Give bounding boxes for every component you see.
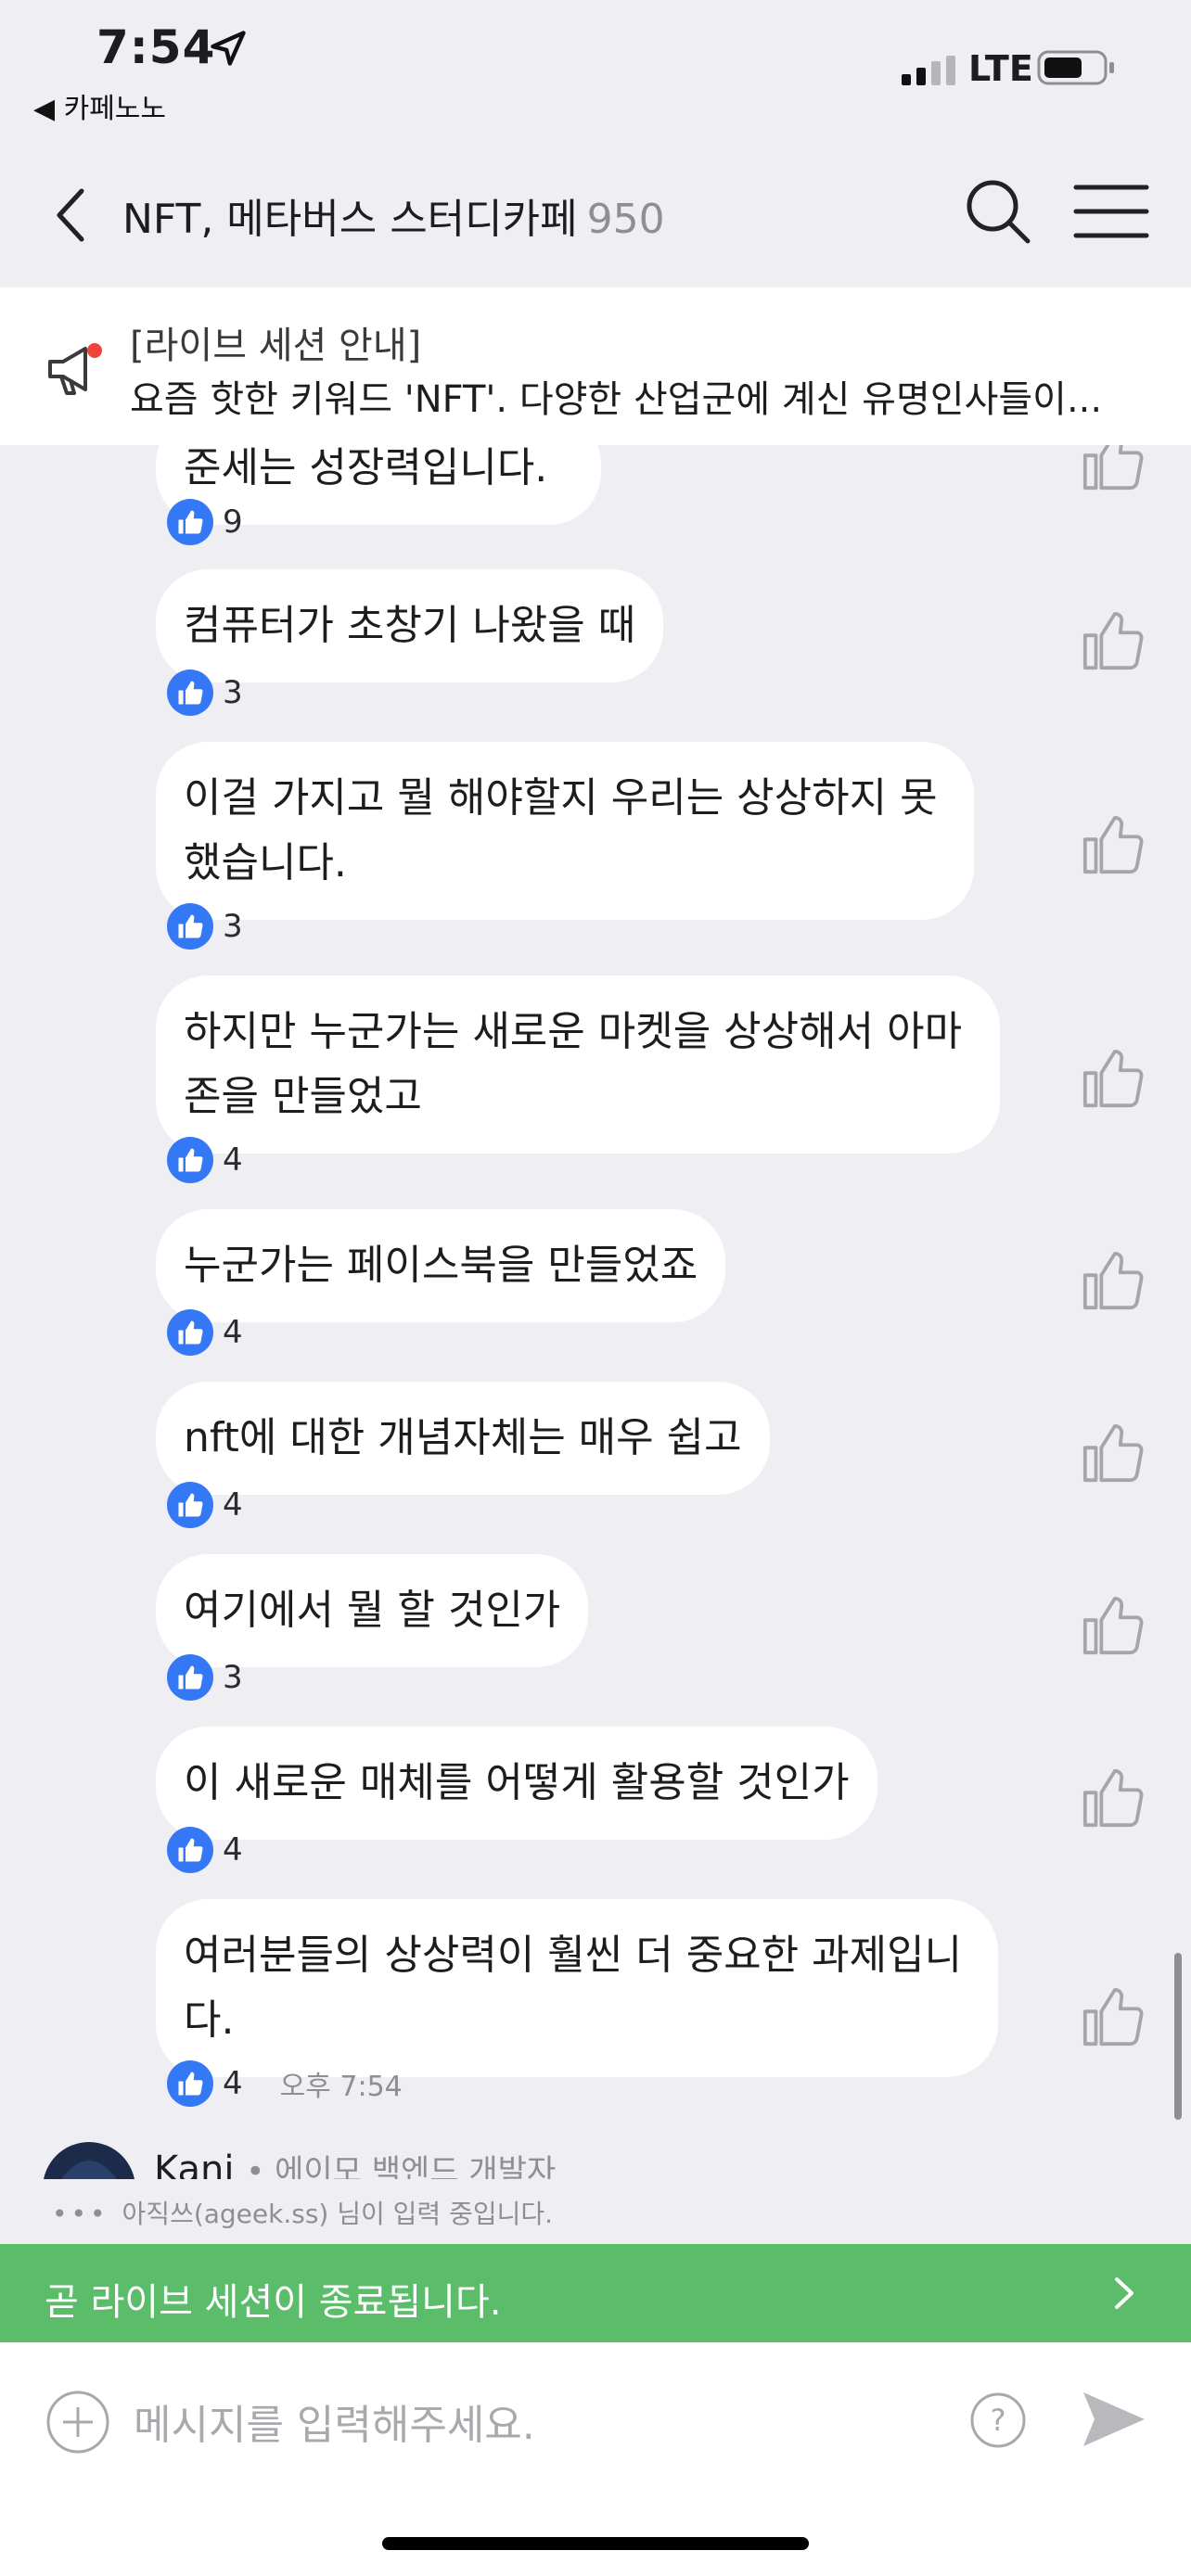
notice-banner[interactable]: [라이브 세션 안내] 요즘 핫한 키워드 'NFT'. 다양한 산업군에 계신… [0, 287, 1191, 445]
thumbs-up-icon[interactable] [1080, 1248, 1145, 1313]
thumbs-up-icon [167, 499, 213, 545]
back-chevron-icon[interactable] [46, 178, 102, 252]
like-count: 3 [223, 1659, 243, 1696]
typing-text: 아직쓰(ageek.ss) 님이 입력 중입니다. [122, 2199, 554, 2229]
status-bar: 7:54 ◀ 카페노노 LTE [0, 0, 1191, 139]
send-icon[interactable] [1080, 2387, 1148, 2452]
like-count: 3 [223, 674, 243, 711]
message-bubble[interactable]: 하지만 누군가는 새로운 마켓을 상상해서 아마존을 만들었고 [156, 976, 1000, 1154]
like-count: 4 [223, 2065, 243, 2102]
message-bubble[interactable]: 누군가는 페이스북을 만들었죠 [156, 1209, 726, 1322]
thumbs-up-icon [167, 670, 213, 716]
help-icon[interactable]: ? [968, 2391, 1028, 2450]
author-name: Kani [154, 2149, 235, 2179]
message-bubble[interactable]: 여러분들의 상상력이 훨씬 더 중요한 과제입니다. [156, 1899, 998, 2077]
live-banner-text: 곧 라이브 세션이 종료됩니다. [45, 2281, 502, 2324]
plus-icon[interactable] [45, 2389, 111, 2455]
like-count: 4 [223, 1141, 243, 1179]
location-arrow-icon [211, 31, 246, 66]
like-reaction[interactable]: 4 오후 7:54 [167, 2060, 403, 2107]
thumbs-up-icon [167, 903, 213, 950]
page-title: NFT, 메타버스 스터디카페 950 [122, 185, 665, 245]
message-list[interactable]: 준세는 성장력입니다. 9 컴퓨터가 초창기 나왔을 때 3 이걸 가지고 뭘 … [0, 445, 1191, 2179]
status-time: 7:54 [96, 20, 216, 74]
typing-indicator: ••• 아직쓰(ageek.ss) 님이 입력 중입니다. [52, 2194, 553, 2231]
megaphone-icon [48, 343, 102, 395]
like-reaction[interactable]: 3 [167, 670, 243, 716]
thumbs-up-icon[interactable] [1080, 1766, 1145, 1830]
live-session-banner[interactable]: 곧 라이브 세션이 종료됩니다. [0, 2244, 1191, 2342]
chat-header: NFT, 메타버스 스터디카페 950 [0, 139, 1191, 287]
home-indicator [382, 2537, 809, 2550]
author-role: • 에이모 백엔드 개발자 [246, 2153, 557, 2179]
like-reaction[interactable]: 4 [167, 1137, 243, 1183]
like-reaction[interactable]: 4 [167, 1482, 243, 1528]
chevron-right-icon [1115, 2277, 1133, 2309]
avatar[interactable] [43, 2142, 135, 2179]
message-bubble[interactable]: nft에 대한 개념자체는 매우 쉽고 [156, 1382, 770, 1495]
member-count: 950 [586, 196, 665, 243]
message-input[interactable] [132, 2394, 933, 2455]
search-icon[interactable] [961, 174, 1035, 249]
svg-text:?: ? [991, 2403, 1006, 2438]
message-bubble[interactable]: 이 새로운 매체를 어떻게 활용할 것인가 [156, 1727, 877, 1840]
like-count: 4 [223, 1486, 243, 1524]
like-count: 3 [223, 908, 243, 945]
signal-icon [902, 56, 955, 85]
menu-icon[interactable] [1072, 182, 1150, 241]
message-bubble[interactable]: 이걸 가지고 뭘 해야할지 우리는 상상하지 못했습니다. [156, 742, 974, 920]
thumbs-up-icon[interactable] [1080, 812, 1145, 877]
like-reaction[interactable]: 4 [167, 1827, 243, 1873]
thumbs-up-icon[interactable] [1080, 1046, 1145, 1111]
message-bubble[interactable]: 컴퓨터가 초창기 나왔을 때 [156, 569, 664, 682]
like-reaction[interactable]: 3 [167, 903, 243, 950]
like-count: 4 [223, 1314, 243, 1351]
chat-room-title: NFT, 메타버스 스터디카페 [122, 196, 578, 243]
network-label: LTE [968, 48, 1033, 89]
typing-dots-icon: ••• [52, 2199, 109, 2229]
thumbs-up-icon[interactable] [1080, 1421, 1145, 1486]
thumbs-up-icon [167, 1309, 213, 1356]
back-to-app-link[interactable]: ◀ 카페노노 [33, 85, 166, 126]
thumbs-up-icon [167, 1654, 213, 1701]
next-message-author: Kani • 에이모 백엔드 개발자 [0, 2133, 1191, 2179]
thumbs-up-icon[interactable] [1080, 1984, 1145, 2049]
thumbs-up-icon [167, 2060, 213, 2107]
scrollbar[interactable] [1174, 1953, 1182, 2120]
like-reaction[interactable]: 3 [167, 1654, 243, 1701]
thumbs-up-icon[interactable] [1080, 1593, 1145, 1658]
like-reaction[interactable]: 4 [167, 1309, 243, 1356]
battery-icon [1037, 50, 1114, 85]
like-count: 4 [223, 1831, 243, 1868]
thumbs-up-icon [167, 1827, 213, 1873]
message-timestamp: 오후 7:54 [279, 2071, 403, 2103]
like-count: 9 [223, 504, 243, 541]
thumbs-up-icon [167, 1482, 213, 1528]
thumbs-up-icon[interactable] [1080, 608, 1145, 673]
like-reaction[interactable]: 9 [167, 499, 243, 545]
message-bubble[interactable]: 여기에서 뭘 할 것인가 [156, 1554, 589, 1667]
thumbs-up-icon [167, 1137, 213, 1183]
notice-body: 요즘 핫한 키워드 'NFT'. 다양한 산업군에 계신 유명인사들이... [130, 378, 1103, 421]
thumbs-up-icon[interactable] [1080, 445, 1145, 493]
notice-title: [라이브 세션 안내] [130, 325, 422, 367]
